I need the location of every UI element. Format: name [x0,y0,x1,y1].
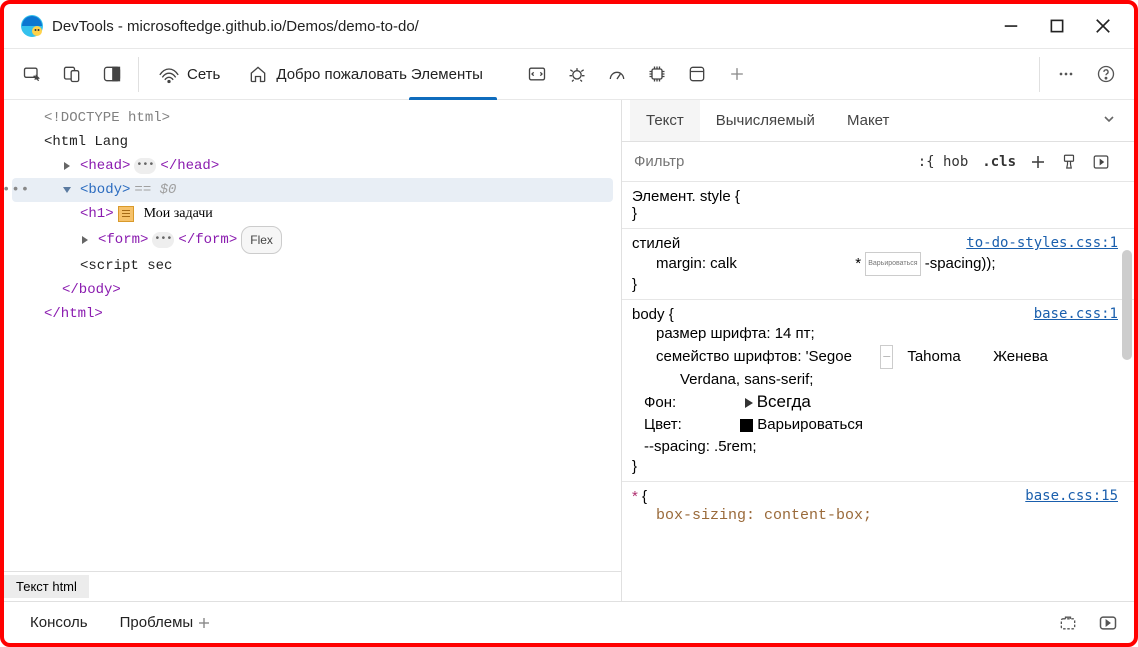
minimize-button[interactable] [988,10,1034,42]
devtools-window: DevTools - microsoftedge.github.io/Demos… [0,0,1138,647]
tab-problems[interactable]: Проблемы [104,614,228,631]
expand-icon[interactable] [80,235,90,245]
dom-head[interactable]: <head> ••• </head> [8,154,617,178]
debugger-icon[interactable] [557,54,597,94]
flex-badge[interactable]: Flex [241,226,282,254]
css-rule-2[interactable]: base.css:1 body { размер шрифта: 14 пт; … [622,300,1134,482]
collapse-icon[interactable] [62,185,72,195]
main-area: <!DOCTYPE html> <html Lang <head> ••• </… [4,100,1134,601]
window-title: DevTools - microsoftedge.github.io/Demos… [52,18,988,35]
play-icon [745,398,753,408]
dock-side-button[interactable] [92,54,132,94]
main-toolbar: Сеть Добро пожаловать Элементы [4,48,1134,100]
more-tabs-icon[interactable] [1092,112,1126,129]
dom-panel: <!DOCTYPE html> <html Lang <head> ••• </… [4,100,622,601]
paintbrush-icon[interactable] [1054,148,1084,176]
css-prop[interactable]: margin: calk * Варьироваться -spacing)); [632,252,1134,276]
ellipsis-icon[interactable]: ••• [134,158,156,174]
tab-computed[interactable]: Вычисляемый [700,100,831,141]
sources-icon[interactable] [517,54,557,94]
styles-panel: Текст Вычисляемый Макет :{ hob .cls [622,100,1134,601]
tab-network[interactable]: Сеть [145,49,234,99]
tab-layout[interactable]: Макет [831,100,905,141]
performance-icon[interactable] [597,54,637,94]
collapse-drawer-icon[interactable] [1092,607,1124,639]
styles-filter-row: :{ hob .cls [622,142,1134,182]
dom-tree[interactable]: <!DOCTYPE html> <html Lang <head> ••• </… [4,100,621,571]
close-button[interactable] [1080,10,1126,42]
breadcrumb-item[interactable]: Текст html [4,575,89,598]
scrollbar-thumb[interactable] [1122,250,1132,360]
dom-h1[interactable]: <h1> Мои задачи [8,202,617,226]
help-button[interactable] [1086,54,1126,94]
note-icon [118,206,134,222]
computed-panel-icon[interactable] [1086,148,1116,176]
css-prop[interactable]: Цвет: Варьироваться [632,414,1134,436]
breadcrumb-bar: Текст html [4,571,621,601]
ellipsis-icon[interactable]: ••• [152,232,174,248]
color-swatch-black[interactable] [740,419,753,432]
dom-doctype[interactable]: <!DOCTYPE html> [8,106,617,130]
css-prop[interactable]: --spacing: .5rem; [632,436,1134,458]
css-prop[interactable]: Фон: Всегда [632,391,1134,414]
application-icon[interactable] [677,54,717,94]
add-tab-button[interactable] [717,54,757,94]
dom-form[interactable]: <form> ••• </form> Flex [8,226,617,254]
maximize-button[interactable] [1034,10,1080,42]
css-prop[interactable]: Verdana, sans-serif; [632,369,1134,391]
tab-styles-text[interactable]: Текст [630,100,700,141]
tab-elements[interactable]: Элементы [409,49,497,99]
dom-body-selected[interactable]: ••• <body> == $0 [12,178,613,202]
tab-console[interactable]: Консоль [14,614,104,631]
dom-html-close[interactable]: </html> [8,302,617,326]
devtools-app-icon [20,14,44,38]
css-rule-1[interactable]: to-do-styles.css:1 стилей margin: calk *… [622,229,1134,300]
expand-icon[interactable] [62,161,72,171]
source-link[interactable]: to-do-styles.css:1 [966,235,1118,251]
element-style-section[interactable]: Элемент. style { } [622,182,1134,229]
hover-toggle[interactable]: :{ hob [912,148,975,176]
drawer-bar: Консоль Проблемы [4,601,1134,643]
tab-welcome-label: Добро пожаловать [276,66,407,83]
tab-elements-label: Элементы [411,66,483,83]
dom-html-open[interactable]: <html Lang [8,130,617,154]
css-prop[interactable]: box-sizing: content-box; [632,505,1134,527]
styles-tabs: Текст Вычисляемый Макет [622,100,1134,142]
css-prop[interactable]: семейство шрифтов: 'Segoe — Tahoma Женев… [632,345,1134,369]
styles-filter-input[interactable] [622,142,912,181]
titlebar: DevTools - microsoftedge.github.io/Demos… [4,4,1134,48]
issues-icon[interactable] [1052,607,1084,639]
inspect-button[interactable] [12,54,52,94]
device-emulation-button[interactable] [52,54,92,94]
dom-script[interactable]: <script sec [8,254,617,278]
css-rule-3[interactable]: base.css:15 * { box-sizing: content-box; [622,482,1134,533]
styles-body[interactable]: Элемент. style { } to-do-styles.css:1 ст… [622,182,1134,601]
source-link[interactable]: base.css:15 [1025,488,1118,504]
cls-toggle[interactable]: .cls [976,148,1022,176]
dom-body-close[interactable]: </body> [8,278,617,302]
more-options-button[interactable] [1046,54,1086,94]
memory-icon[interactable] [637,54,677,94]
css-prop[interactable]: размер шрифта: 14 пт; [632,323,1134,345]
new-style-rule-button[interactable] [1024,148,1052,176]
tab-welcome[interactable]: Добро пожаловать [234,49,409,99]
source-link[interactable]: base.css:1 [1034,306,1118,322]
tab-network-label: Сеть [187,66,220,83]
